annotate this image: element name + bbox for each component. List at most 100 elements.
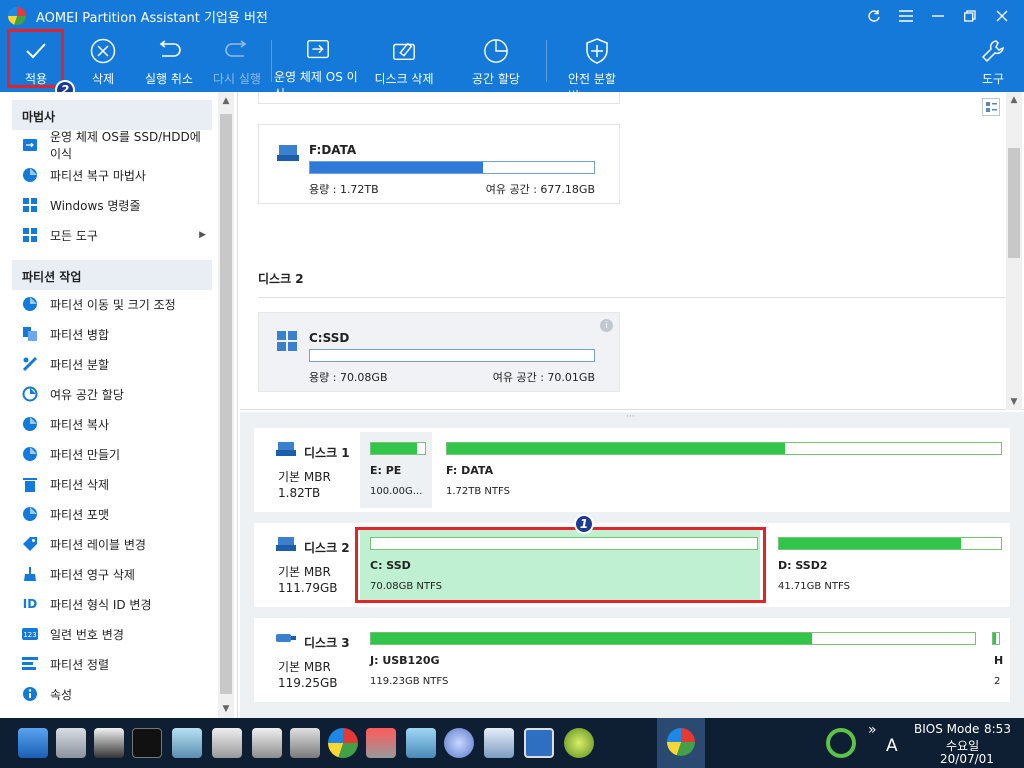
usb-tool-icon[interactable] (290, 728, 320, 758)
undo-icon (156, 38, 182, 64)
sidebar-item-type-id[interactable]: ID 파티션 형식 ID 변경 (22, 592, 212, 616)
sidebar-item-properties[interactable]: 속성 (22, 682, 212, 706)
disk-drive-icon (277, 145, 299, 164)
drive-tool-icon[interactable] (252, 728, 282, 758)
app-logo-icon (8, 7, 26, 25)
font-app-icon[interactable] (524, 728, 554, 758)
computer-icon[interactable] (18, 728, 48, 758)
clock-time[interactable]: 8:53 (984, 722, 1011, 736)
minimize-button[interactable] (926, 4, 950, 28)
apply-highlight-box (7, 29, 64, 88)
partition-usage-bar (446, 442, 1002, 455)
toolbar-divider (271, 40, 272, 82)
sidebar-item-all-tools[interactable]: 모든 도구 ▶ (22, 223, 212, 247)
migrate-icon (22, 137, 38, 153)
sidebar-item-align[interactable]: 파티션 정렬 (22, 652, 212, 676)
merge-icon (22, 326, 38, 342)
pie-icon (483, 38, 509, 64)
sidebar-item-migrate-os[interactable]: 운영 체제 OS를 SSD/HDD에 이식 (22, 130, 212, 161)
partition-j[interactable]: J: USB120G 119.23GB NTFS (360, 622, 980, 698)
main-scrollbar[interactable]: ▲ ▼ (1006, 92, 1022, 410)
sidebar-item-copy[interactable]: 파티션 복사 (22, 412, 212, 436)
restore-button[interactable] (958, 4, 982, 28)
divider (258, 297, 1008, 298)
disk-utility-icon[interactable] (444, 728, 474, 758)
backup-tool-icon[interactable] (366, 728, 396, 758)
migrate-os-button[interactable]: 운영 체제 OS 이식 (274, 32, 362, 101)
main-scroll-thumb[interactable] (1008, 148, 1020, 258)
partition-card-f[interactable]: F:DATA 용량 : 1.72TB 여유 공간 : 677.18GB (258, 124, 620, 204)
sidebar-item-recovery-wizard[interactable]: 파티션 복구 마법사 (22, 163, 212, 187)
sidebar-scrollbar[interactable]: ▲ ▼ (218, 92, 234, 718)
sidebar-item-create[interactable]: 파티션 만들기 (22, 442, 212, 466)
disk-row-1[interactable]: 디스크 1 기본 MBR 1.82TB E: PE 100.00G... F: … (254, 428, 1010, 512)
view-toggle-icon[interactable] (982, 98, 1000, 116)
sidebar-item-wipe[interactable]: 파티션 영구 삭제 (22, 562, 212, 586)
trash-icon (22, 476, 38, 492)
sidebar-scroll-thumb[interactable] (220, 114, 232, 694)
refresh-icon[interactable] (862, 4, 886, 28)
recycle-bin-icon[interactable] (56, 728, 86, 758)
sidebar-item-format[interactable]: 파티션 포맷 (22, 502, 212, 526)
sidebar-item-allocate[interactable]: 여유 공간 할당 (22, 382, 212, 406)
shield-icon (584, 38, 610, 64)
partition-card-clipped (258, 92, 620, 104)
scroll-down-icon[interactable]: ▼ (218, 700, 234, 718)
taskbar-active-aomei[interactable] (657, 718, 705, 768)
wipe-disk-button[interactable]: 디스크 삭제 (374, 32, 434, 88)
sidebar-item-serial[interactable]: 123 일련 번호 변경 (22, 622, 212, 646)
undo-button[interactable]: 실행 취소 (140, 32, 198, 88)
partition-usage-bar (778, 537, 1002, 550)
notepad-icon[interactable] (172, 728, 202, 758)
scroll-up-icon[interactable]: ▲ (1006, 92, 1022, 108)
close-circle-icon (90, 38, 116, 64)
scroll-down-icon[interactable]: ▼ (1006, 394, 1022, 410)
tools-button[interactable]: 도구 (976, 32, 1010, 88)
wizard-section-header: 마법사 (12, 100, 212, 130)
delete-button[interactable]: 삭제 (80, 32, 126, 88)
partition-usage-bar (370, 442, 426, 455)
resize-icon (22, 296, 38, 312)
splitter-handle[interactable]: ··· (626, 412, 635, 422)
align-icon (22, 656, 38, 672)
sidebar-item-split[interactable]: 파티션 분할 (22, 352, 212, 376)
menu-icon[interactable] (894, 4, 918, 28)
partition-f[interactable]: F: DATA 1.72TB NTFS (436, 432, 1010, 508)
power-icon[interactable] (826, 728, 856, 758)
sidebar-item-delete[interactable]: 파티션 삭제 (22, 472, 212, 496)
allocate-space-button[interactable]: 공간 할당 (470, 32, 522, 88)
command-prompt-icon[interactable] (132, 728, 162, 758)
partition-d[interactable]: D: SSD2 41.71GB NTFS (768, 527, 1010, 603)
copy-icon (22, 416, 38, 432)
network-tool-icon[interactable] (94, 728, 124, 758)
clock-date[interactable]: 20/07/01 (940, 752, 994, 766)
selected-partition-highlight (355, 527, 766, 603)
partition-card-c[interactable]: C:SSD 용량 : 70.08GB 여유 공간 : 70.01GB i (258, 312, 620, 392)
info-icon (22, 686, 38, 702)
ime-indicator[interactable]: A (886, 736, 898, 756)
sidebar-item-label[interactable]: 파티션 레이블 변경 (22, 532, 212, 556)
disk-row-3[interactable]: 디스크 3 기본 MBR 119.25GB J: USB120G 119.23G… (254, 618, 1010, 702)
redo-button[interactable]: 다시 실행 (208, 32, 266, 88)
pc-tool-icon[interactable] (484, 728, 514, 758)
olive-app-icon[interactable] (564, 728, 594, 758)
id-icon: ID (22, 597, 38, 611)
partition-h[interactable]: H 2 (986, 622, 1010, 698)
document-tool-icon[interactable] (212, 728, 242, 758)
bios-mode-label: BIOS Mode (914, 722, 980, 736)
sidebar-item-windows-cmd[interactable]: Windows 명령줄 (22, 193, 212, 217)
close-button[interactable] (990, 4, 1014, 28)
partition-tool-icon[interactable] (328, 728, 358, 758)
partition-e[interactable]: E: PE 100.00G... (360, 432, 432, 508)
tray-overflow-icon[interactable]: » (868, 722, 877, 738)
info-icon[interactable]: i (600, 319, 613, 332)
safe-partition-button[interactable]: 안전 분할법 (568, 32, 626, 103)
sidebar-item-merge[interactable]: 파티션 병합 (22, 322, 212, 346)
usb-drive-icon (276, 632, 296, 647)
svg-text:123: 123 (23, 631, 36, 639)
disk-info: 디스크 1 기본 MBR 1.82TB (254, 428, 358, 512)
sidebar-item-resize[interactable]: 파티션 이동 및 크기 조정 (22, 292, 212, 316)
phone-tool-icon[interactable] (406, 728, 436, 758)
partition-usage-bar (992, 632, 1000, 645)
scroll-up-icon[interactable]: ▲ (218, 92, 234, 110)
